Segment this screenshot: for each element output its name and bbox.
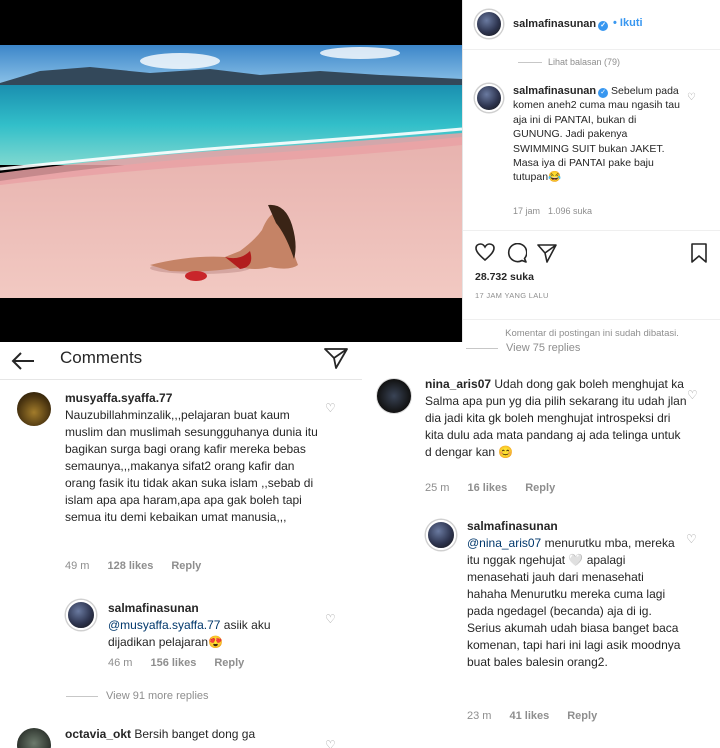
comment-meta: 25 m 16 likes Reply <box>425 482 573 494</box>
comment-username[interactable]: musyaffa.syaffa.77 <box>65 390 320 407</box>
comments-header: Comments <box>0 342 362 380</box>
verified-badge-icon: ✓ <box>598 88 609 98</box>
comment-text: menurutku mba, mereka itu nggak ngehujat… <box>467 536 681 669</box>
verified-badge-icon: ✓ <box>598 21 609 31</box>
comment-meta: 49 m 128 likes Reply <box>65 560 219 572</box>
follow-button[interactable]: • Ikuti <box>613 17 643 29</box>
post-actions: 28.732 suka 17 JAM YANG LALU Komentar di… <box>463 230 720 340</box>
post-username[interactable]: salmafinasunan ✓ <box>513 18 609 31</box>
comment-body: musyaffa.syaffa.77 Nauzubillahminzalik,,… <box>65 390 320 526</box>
heart-outline-icon[interactable]: ♡ <box>687 388 698 402</box>
reply-button[interactable]: Reply <box>171 560 201 572</box>
comments-screen-left: Comments musyaffa.syaffa.77 Nauzubillahm… <box>0 342 362 748</box>
comment-username[interactable]: salmafinasunan <box>108 600 318 617</box>
comment-icon[interactable] <box>507 243 527 263</box>
comment-body: salmafinasunan @nina_aris07 menurutku mb… <box>467 518 685 671</box>
comment-username[interactable]: salmafinasunan <box>467 518 685 535</box>
view-more-replies-link[interactable]: View 91 more replies <box>66 690 209 702</box>
reply-button[interactable]: Reply <box>214 657 244 669</box>
view-replies-link[interactable]: View 75 replies <box>466 342 580 354</box>
avatar[interactable] <box>475 10 503 38</box>
post-photo <box>0 0 462 342</box>
avatar[interactable] <box>475 84 503 112</box>
comment-text: Nauzubillahminzalik,,,pelajaran buat kau… <box>65 408 318 524</box>
direct-message-icon[interactable] <box>324 346 348 370</box>
comment-body: salmafinasunan @musyaffa.syaffa.77 asiik… <box>108 600 318 651</box>
comment-likes[interactable]: 128 likes <box>107 560 153 572</box>
reply-button[interactable]: Reply <box>567 710 597 722</box>
caption-text: Sebelum pada komen aneh2 cuma mau ngasih… <box>513 85 680 184</box>
comment-likes[interactable]: 156 likes <box>150 657 196 669</box>
comment-time: 25 m <box>425 482 450 494</box>
heart-outline-icon[interactable]: ♡ <box>325 612 336 626</box>
caption-likes[interactable]: 1.096 suka <box>548 206 592 216</box>
caption-username[interactable]: salmafinasunan <box>513 85 596 97</box>
likes-count[interactable]: 28.732 suka <box>475 271 534 283</box>
post-detail-panel: salmafinasunan ✓ • Ikuti Lihat balasan (7… <box>462 0 720 342</box>
avatar[interactable] <box>17 392 51 426</box>
caption-meta: 17 jam 1.096 suka <box>513 206 592 216</box>
heart-outline-icon[interactable]: ♡ <box>686 532 697 546</box>
avatar[interactable] <box>426 520 456 550</box>
post-header: salmafinasunan ✓ • Ikuti <box>463 0 720 50</box>
comment-meta: 46 m 156 likes Reply <box>108 657 262 669</box>
comment-text: Bersih banget dong ga <box>134 727 256 741</box>
comment-username[interactable]: octavia_okt <box>65 727 131 741</box>
heart-outline-icon[interactable]: ♡ <box>687 92 696 103</box>
post-time-ago: 17 JAM YANG LALU <box>475 291 549 300</box>
comments-screen-right: View 75 replies nina_aris07 Udah dong ga… <box>362 342 720 748</box>
comment-time: 23 m <box>467 710 492 722</box>
comments-closed-notice: Komentar di postingan ini sudah dibatasi… <box>463 319 720 341</box>
view-replies-link[interactable]: Lihat balasan (79) <box>518 57 620 67</box>
heart-outline-icon[interactable]: ♡ <box>325 738 336 748</box>
caption-time: 17 jam <box>513 206 541 216</box>
heart-icon[interactable] <box>475 243 495 261</box>
bookmark-icon[interactable] <box>691 243 707 263</box>
caption-body: salmafinasunan ✓ Sebelum pada komen aneh2… <box>513 84 685 185</box>
comment-time: 49 m <box>65 560 90 572</box>
avatar[interactable] <box>376 378 412 414</box>
mention-link[interactable]: @nina_aris07 <box>467 536 541 550</box>
avatar[interactable] <box>66 600 96 630</box>
comment-likes[interactable]: 16 likes <box>467 482 507 494</box>
mention-link[interactable]: @musyaffa.syaffa.77 <box>108 618 220 632</box>
avatar[interactable] <box>17 728 51 748</box>
comment-likes[interactable]: 41 likes <box>509 710 549 722</box>
comment-body: nina_aris07 Udah dong gak boleh menghuja… <box>425 376 687 461</box>
back-arrow-icon[interactable] <box>10 348 36 374</box>
comment-body: octavia_okt Bersih banget dong ga <box>65 726 325 743</box>
heart-outline-icon[interactable]: ♡ <box>325 401 336 415</box>
comment-meta: 23 m 41 likes Reply <box>467 710 615 722</box>
comment-username[interactable]: nina_aris07 <box>425 377 491 391</box>
share-icon[interactable] <box>537 243 557 263</box>
comment-time: 46 m <box>108 657 133 669</box>
reply-button[interactable]: Reply <box>525 482 555 494</box>
beach-image <box>0 45 462 298</box>
page-title: Comments <box>60 348 143 367</box>
